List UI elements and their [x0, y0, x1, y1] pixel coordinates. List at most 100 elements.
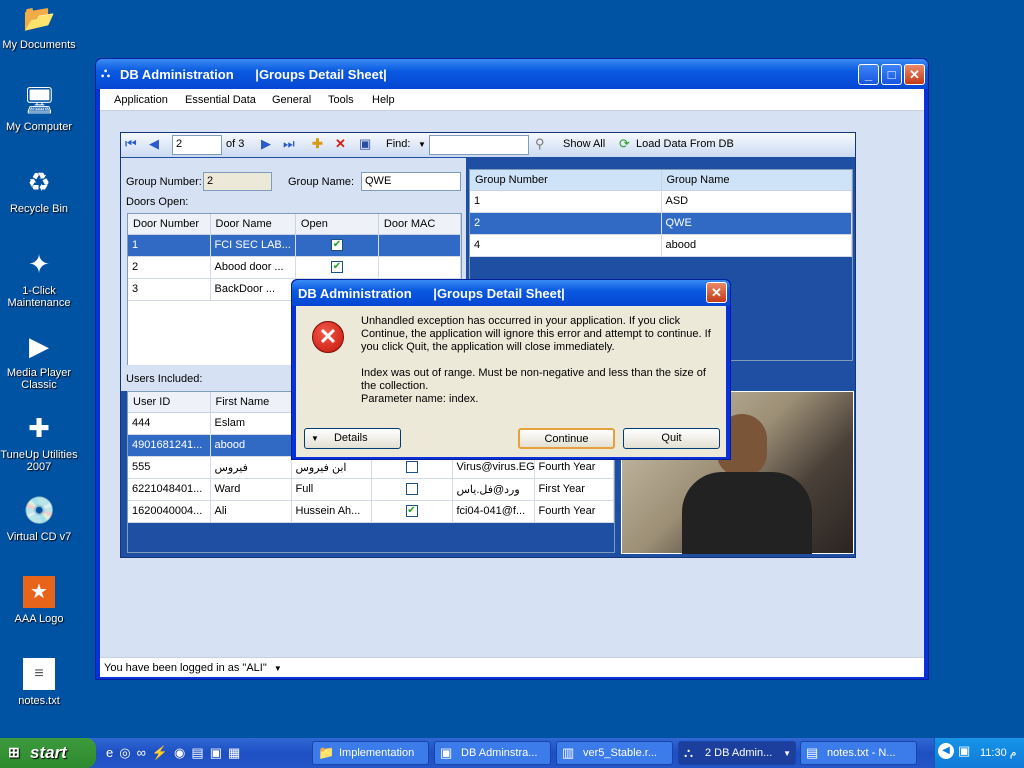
checkbox-unchecked[interactable]: [405, 483, 418, 496]
last-name-cell[interactable]: Full: [291, 478, 372, 501]
column-header[interactable]: Group Number: [470, 170, 662, 191]
door-mac-cell[interactable]: [378, 234, 462, 257]
year-cell[interactable]: First Year: [534, 478, 614, 501]
checkbox-checked[interactable]: ✔: [330, 261, 343, 274]
column-header[interactable]: Door Name: [210, 214, 296, 235]
last-name-cell[interactable]: Hussein Ah...: [291, 500, 372, 523]
tool-icon[interactable]: ▤: [191, 745, 209, 760]
network-icon[interactable]: ▣: [958, 743, 970, 759]
media-icon[interactable]: ◉: [174, 745, 191, 760]
tray-arrow-icon[interactable]: ◀: [938, 743, 954, 759]
delete-icon[interactable]: ✕: [335, 137, 346, 151]
menu-tools[interactable]: Tools: [328, 94, 354, 106]
close-button[interactable]: ✕: [904, 64, 925, 85]
door-name-cell[interactable]: FCI SEC LAB...: [210, 234, 296, 257]
menu-help[interactable]: Help: [372, 94, 395, 106]
move-previous-icon[interactable]: ◀: [149, 137, 159, 151]
group-name-field[interactable]: QWE: [361, 172, 461, 191]
clock[interactable]: 11:30 م: [980, 746, 1017, 759]
user-id-cell[interactable]: 4901681241...: [128, 434, 211, 457]
vs-icon[interactable]: ∞: [137, 745, 152, 760]
load-data-button[interactable]: Load Data From DB: [636, 138, 734, 150]
table-row[interactable]: 2 QWE: [470, 212, 852, 235]
first-name-cell[interactable]: Ali: [210, 500, 292, 523]
move-first-icon[interactable]: ⏮: [125, 137, 137, 151]
ie-icon[interactable]: e: [106, 745, 119, 760]
column-header[interactable]: User ID: [128, 392, 211, 413]
task-notes[interactable]: ▤ notes.txt - N...: [800, 741, 917, 765]
find-input[interactable]: [429, 135, 529, 155]
door-number-cell[interactable]: 3: [128, 278, 211, 301]
position-input[interactable]: 2: [172, 135, 222, 155]
add-new-icon[interactable]: ✚: [312, 137, 323, 151]
checkbox-cell[interactable]: ✔: [371, 500, 453, 523]
table-row[interactable]: 1 ASD: [470, 190, 852, 213]
desktop-icon-aaa-logo[interactable]: ★ AAA Logo: [0, 576, 78, 625]
email-cell[interactable]: ورد@فل.ياس: [452, 478, 535, 501]
quit-button[interactable]: Quit: [623, 428, 720, 449]
desktop-icon-1-click-maintenance[interactable]: ✦ 1-Click Maintenance: [0, 248, 78, 309]
door-name-cell[interactable]: BackDoor ...: [210, 278, 296, 301]
chevron-down-icon[interactable]: ▼: [274, 664, 282, 673]
firefox-icon[interactable]: ◎: [119, 745, 136, 760]
group-number-cell[interactable]: 2: [470, 212, 662, 235]
start-button[interactable]: ⊞ start: [0, 738, 96, 768]
menu-application[interactable]: Application: [114, 94, 168, 106]
first-name-cell[interactable]: Ward: [210, 478, 292, 501]
first-name-cell[interactable]: فيروس: [210, 456, 292, 479]
search-icon[interactable]: ⚲: [535, 137, 545, 151]
desktop-icon-my-documents[interactable]: 📂 My Documents: [0, 2, 78, 51]
user-id-cell[interactable]: 444: [128, 412, 211, 435]
door-name-cell[interactable]: Abood door ...: [210, 256, 296, 279]
task-ver5-stable[interactable]: ▥ ver5_Stable.r...: [556, 741, 673, 765]
find-dropdown-icon[interactable]: ▼: [418, 140, 426, 149]
user-id-cell[interactable]: 1620040004...: [128, 500, 211, 523]
desktop-icon-media-player-classic[interactable]: ▶ Media Player Classic: [0, 330, 78, 391]
app-icon[interactable]: ⚡: [152, 745, 174, 760]
group-number-cell[interactable]: 1: [470, 190, 662, 213]
first-name-cell[interactable]: Eslam: [210, 412, 292, 435]
dialog-titlebar[interactable]: DB Administration |Groups Detail Sheet| …: [292, 280, 730, 306]
camera-icon[interactable]: ▣: [210, 745, 228, 760]
desktop-icon-tuneup-utilities[interactable]: ✚ TuneUp Utilities 2007: [0, 412, 78, 473]
table-row[interactable]: 1 FCI SEC LAB... ✔: [128, 234, 462, 257]
find-label[interactable]: Find:: [386, 138, 410, 150]
move-next-icon[interactable]: ▶: [261, 137, 271, 151]
checkbox-unchecked[interactable]: [405, 461, 418, 474]
group-number-field[interactable]: 2: [203, 172, 272, 191]
task-db-admin-group[interactable]: ⛬ 2 DB Admin... ▼: [678, 741, 796, 765]
group-name-cell[interactable]: ASD: [661, 190, 852, 213]
year-cell[interactable]: Fourth Year: [534, 500, 614, 523]
checkbox-checked[interactable]: ✔: [405, 505, 418, 518]
table-row[interactable]: 6221048401... Ward Full ورد@فل.ياس First…: [128, 478, 614, 501]
dialog-close-button[interactable]: ✕: [706, 282, 727, 303]
show-all-button[interactable]: Show All: [563, 138, 605, 150]
save-icon[interactable]: ▣: [359, 137, 371, 151]
desktop-icon-recycle-bin[interactable]: ♻ Recycle Bin: [0, 166, 78, 215]
menu-general[interactable]: General: [272, 94, 311, 106]
column-header[interactable]: Door MAC: [378, 214, 462, 235]
column-header[interactable]: Group Name: [661, 170, 852, 191]
checkbox-cell[interactable]: [371, 478, 453, 501]
column-header[interactable]: Open: [295, 214, 379, 235]
door-open-cell[interactable]: ✔: [295, 234, 379, 257]
minimize-button[interactable]: _: [858, 64, 879, 85]
maximize-button[interactable]: □: [881, 64, 902, 85]
main-window-titlebar[interactable]: ⛬ DB Administration |Groups Detail Sheet…: [96, 59, 928, 89]
desktop-icon-notes[interactable]: ≡ notes.txt: [0, 658, 78, 707]
table-row[interactable]: 4 abood: [470, 234, 852, 257]
checkbox-checked[interactable]: ✔: [330, 239, 343, 252]
desktop-icon-virtual-cd[interactable]: 💿 Virtual CD v7: [0, 494, 78, 543]
move-last-icon[interactable]: ⏭: [283, 137, 295, 151]
door-mac-cell[interactable]: [378, 256, 462, 279]
user-id-cell[interactable]: 6221048401...: [128, 478, 211, 501]
group-name-cell[interactable]: abood: [661, 234, 852, 257]
table-row[interactable]: 1620040004... Ali Hussein Ah... ✔ fci04-…: [128, 500, 614, 523]
door-number-cell[interactable]: 2: [128, 256, 211, 279]
first-name-cell[interactable]: abood: [210, 434, 292, 457]
column-header[interactable]: Door Number: [128, 214, 211, 235]
desktop-icon-my-computer[interactable]: 🖥 My Computer: [0, 84, 78, 133]
group-number-cell[interactable]: 4: [470, 234, 662, 257]
door-open-cell[interactable]: ✔: [295, 256, 379, 279]
table-row[interactable]: 2 Abood door ... ✔: [128, 256, 462, 279]
